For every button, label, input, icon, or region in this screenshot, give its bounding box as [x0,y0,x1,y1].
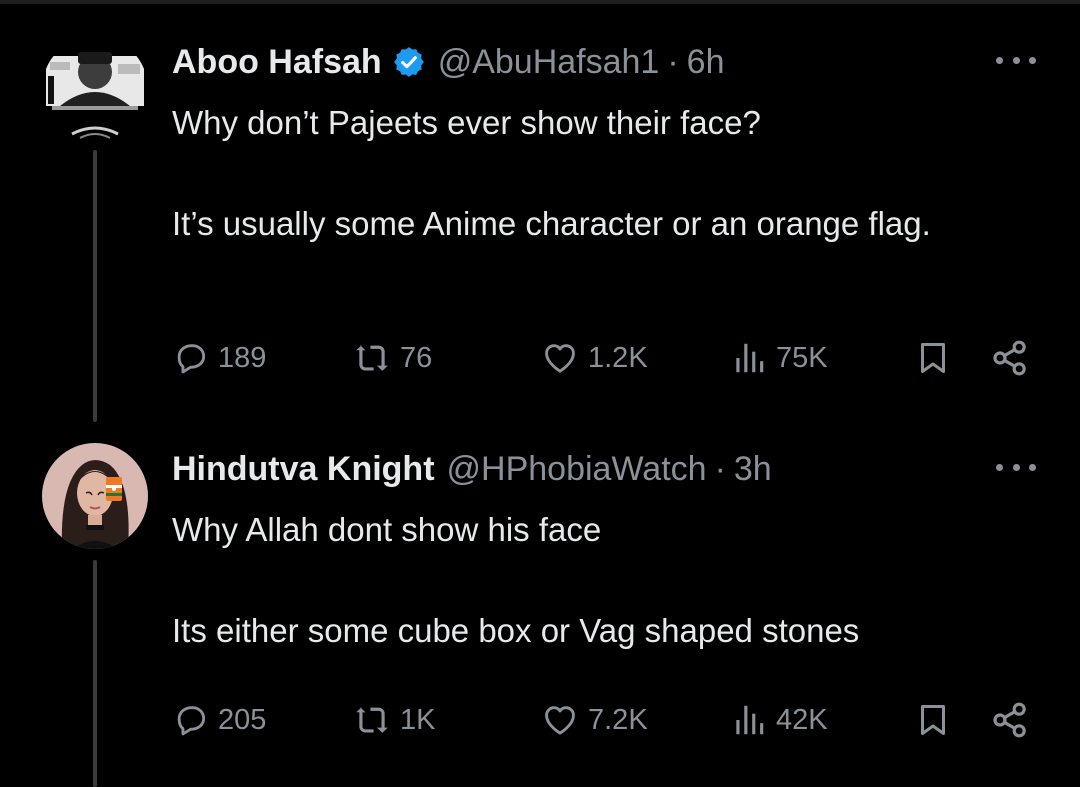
heart-icon [540,339,580,377]
avatar[interactable] [42,443,148,549]
reply-count: 189 [218,341,267,374]
share-nodes-icon [990,338,1030,378]
repost-arrows-icon [352,701,392,739]
speech-bubble-icon [172,339,210,377]
repost-count: 76 [400,341,433,374]
repost-arrows-icon [352,339,392,377]
more-dots-icon[interactable] [996,48,1036,72]
views-count: 75K [776,341,828,374]
speech-bubble-icon [172,701,210,739]
reply-button[interactable]: 205 [172,698,266,742]
timestamp[interactable]: 6h [687,43,725,82]
views-button[interactable]: 42K [730,698,828,742]
repost-button[interactable]: 76 [352,336,432,380]
tweet-paragraph: Why don’t Pajeets ever show their face? [172,104,761,141]
bar-chart-icon [730,701,768,739]
like-count: 1.2K [588,341,648,374]
tweet-text: Why Allah dont show his face Its either … [172,507,1032,654]
tweet-header: Aboo Hafsah @AbuHafsah1 · 6h [172,42,725,82]
reply-count: 205 [218,703,267,736]
views-button[interactable]: 75K [730,336,828,380]
repost-count: 1K [400,703,436,736]
more-dots-icon[interactable] [996,455,1036,479]
top-divider [0,0,1080,4]
share-button[interactable] [990,698,1030,742]
author-name[interactable]: Hindutva Knight [172,450,435,489]
views-count: 42K [776,703,828,736]
author-handle[interactable]: @AbuHafsah1 [438,43,660,82]
like-button[interactable]: 1.2K [540,336,648,380]
separator-dot: · [714,449,726,488]
separator-dot: · [667,42,679,81]
reply-button[interactable]: 189 [172,336,266,380]
bookmark-button[interactable] [915,336,951,380]
author-handle[interactable]: @HPhobiaWatch [447,450,707,489]
bar-chart-icon [730,339,768,377]
tweet-paragraph: Its either some cube box or Vag shaped s… [172,612,860,649]
bookmark-icon [915,338,951,378]
bookmark-icon [915,700,951,740]
avatar[interactable] [42,36,148,142]
heart-icon [540,701,580,739]
share-button[interactable] [990,336,1030,380]
timestamp[interactable]: 3h [734,450,772,489]
repost-button[interactable]: 1K [352,698,435,742]
like-button[interactable]: 7.2K [540,698,648,742]
verified-badge-icon [392,45,426,79]
like-count: 7.2K [588,703,648,736]
tweet-actions: 205 1K 7.2K 42K [172,698,1042,742]
tweet-text: Why don’t Pajeets ever show their face? … [172,100,1032,247]
tweet-actions: 189 76 1.2K 75K [172,336,1042,380]
tweet-header: Hindutva Knight @HPhobiaWatch · 3h [172,449,772,489]
thread-connector-line [93,560,97,787]
share-nodes-icon [990,700,1030,740]
tweet-paragraph: Why Allah dont show his face [172,511,602,548]
thread-connector-line [93,150,97,422]
tweet-paragraph: It’s usually some Anime character or an … [172,205,931,242]
bookmark-button[interactable] [915,698,951,742]
author-name[interactable]: Aboo Hafsah [172,43,382,82]
